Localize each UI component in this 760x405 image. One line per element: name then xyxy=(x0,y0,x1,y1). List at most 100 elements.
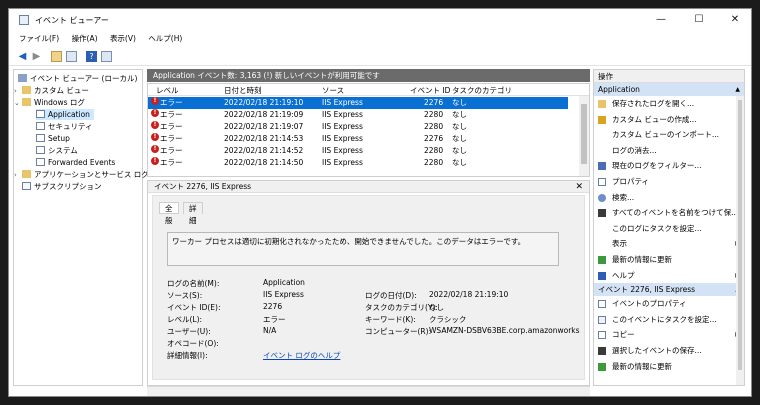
window-title: イベント ビューアー xyxy=(35,16,109,25)
close-icon[interactable]: ✕ xyxy=(575,181,583,193)
action-properties[interactable]: プロパティ xyxy=(594,174,744,190)
value-computer: WSAMZN-DSBV63BE.corp.amazonworks xyxy=(429,326,580,335)
table-row[interactable]: ! エラー 2022/02/18 21:19:07 IIS Express 22… xyxy=(148,121,568,133)
value-logged: 2022/02/18 21:19:10 xyxy=(429,290,509,299)
table-row[interactable]: ! エラー 2022/02/18 21:14:50 IIS Express 22… xyxy=(148,157,568,169)
minimize-button[interactable]: — xyxy=(643,9,679,31)
tree-item-system[interactable]: システム xyxy=(36,145,78,156)
refresh-icon xyxy=(598,362,606,371)
label-level: レベル(L): xyxy=(167,315,203,324)
event-list: レベル 日付と時刻 ソース イベント ID タスクのカテゴリ ! エラー 202… xyxy=(147,83,590,177)
maximize-button[interactable]: ☐ xyxy=(681,9,717,31)
properties-icon xyxy=(598,177,606,186)
column-category[interactable]: タスクのカテゴリ xyxy=(452,85,512,96)
properties-icon xyxy=(598,300,606,309)
log-icon xyxy=(36,110,45,118)
folder-open-icon xyxy=(598,100,606,108)
action-clear-log[interactable]: ログの消去... xyxy=(594,143,744,159)
action-filter-current-log[interactable]: 現在のログをフィルター... xyxy=(594,158,744,174)
scrollbar-thumb[interactable] xyxy=(581,104,587,164)
tree-windows-logs[interactable]: ⌄ Windows ログ xyxy=(14,97,85,108)
action-event-properties[interactable]: イベントのプロパティ xyxy=(594,296,744,312)
tree-item-security[interactable]: セキュリティ xyxy=(36,121,93,132)
detail-header: イベント 2276, IIS Express ✕ xyxy=(148,181,589,193)
console-tree: イベント ビューアー (ローカル) › カスタム ビュー ⌄ Windows ログ … xyxy=(13,69,149,386)
error-icon: ! xyxy=(151,157,159,165)
value-level: エラー xyxy=(263,315,286,324)
table-row[interactable]: ! エラー 2022/02/18 21:14:52 IIS Express 22… xyxy=(148,145,568,157)
tab-details[interactable]: 詳細 xyxy=(183,202,203,225)
menu-file[interactable]: ファイル(F) xyxy=(19,32,59,46)
help-icon[interactable]: ? xyxy=(86,51,97,62)
value-task-category: なし xyxy=(429,303,444,312)
back-arrow-icon[interactable]: ◀ xyxy=(17,51,28,62)
value-user: N/A xyxy=(263,326,277,335)
tree-root[interactable]: イベント ビューアー (ローカル) xyxy=(18,73,137,84)
forward-arrow-icon[interactable]: ▶ xyxy=(31,51,42,62)
action-save-selected-events[interactable]: 選択したイベントの保存... xyxy=(594,343,744,359)
action-help[interactable]: ヘルプ▶ xyxy=(594,268,744,284)
action-create-custom-view[interactable]: カスタム ビューの作成... xyxy=(594,112,744,128)
action-view[interactable]: 表示▶ xyxy=(594,236,744,252)
menu-action[interactable]: 操作(A) xyxy=(72,32,98,46)
action-import-custom-view[interactable]: カスタム ビューのインポート... xyxy=(594,127,744,143)
tree-item-forwarded-events[interactable]: Forwarded Events xyxy=(36,157,115,168)
action-copy[interactable]: コピー▶ xyxy=(594,327,744,343)
table-row[interactable]: ! エラー 2022/02/18 21:14:53 IIS Express 22… xyxy=(148,133,568,145)
value-source: IIS Express xyxy=(263,290,304,299)
actions-section-application[interactable]: Application ▲ xyxy=(594,83,744,96)
tree-custom-views[interactable]: › カスタム ビュー xyxy=(14,85,89,96)
label-event-id: イベント ID(E): xyxy=(167,303,221,312)
tree-item-application[interactable]: Application xyxy=(36,109,94,120)
error-icon: ! xyxy=(151,121,159,129)
actions-scrollbar[interactable] xyxy=(736,96,744,385)
label-computer: コンピューター(R): xyxy=(365,327,432,336)
value-log-name: Application xyxy=(263,278,305,287)
tab-general[interactable]: 全般 xyxy=(159,202,179,225)
event-list-scrollbar[interactable] xyxy=(579,96,589,176)
menu-view[interactable]: 表示(V) xyxy=(110,32,136,46)
actions-section-event[interactable]: イベント 2276, IIS Express▲ xyxy=(594,283,744,297)
close-button[interactable]: ✕ xyxy=(717,9,751,31)
show-hide-action-pane-icon[interactable] xyxy=(101,51,112,62)
menu-help[interactable]: ヘルプ(H) xyxy=(148,32,182,46)
action-find[interactable]: 検索... xyxy=(594,190,744,206)
collapse-caret-icon[interactable]: ▲ xyxy=(735,83,740,96)
log-icon xyxy=(36,122,45,130)
task-icon xyxy=(598,315,606,324)
tree-subscriptions[interactable]: サブスクリプション xyxy=(22,181,102,192)
detail-body: 全般 詳細 ワーカー プロセスは適切に初期化されなかったため、開始できませんでし… xyxy=(152,195,585,380)
event-log-help-link[interactable]: イベント ログのヘルプ xyxy=(263,350,340,361)
table-row[interactable]: ! エラー 2022/02/18 21:19:10 IIS Express 22… xyxy=(148,97,568,109)
expand-chevron-icon[interactable]: › xyxy=(14,86,22,97)
folder-icon xyxy=(22,98,31,106)
actions-pane: 操作 Application ▲ 保存されたログを開く... カスタム ビューの作… xyxy=(593,69,745,386)
action-refresh-event[interactable]: 最新の情報に更新 xyxy=(594,359,744,375)
folder-up-icon[interactable] xyxy=(51,51,62,62)
label-log-name: ログの名前(M): xyxy=(167,279,220,288)
scrollbar-thumb[interactable] xyxy=(738,100,742,370)
column-source[interactable]: ソース xyxy=(322,85,344,96)
action-attach-task-to-log[interactable]: このログにタスクを設定... xyxy=(594,221,744,237)
status-bar xyxy=(147,386,590,396)
expand-chevron-icon[interactable]: › xyxy=(14,170,22,181)
table-row[interactable]: ! エラー 2022/02/18 21:19:09 IIS Express 22… xyxy=(148,109,568,121)
error-icon: ! xyxy=(151,145,159,153)
action-save-all-events[interactable]: すべてのイベントを名前をつけて保... xyxy=(594,205,744,221)
event-viewer-icon xyxy=(19,15,29,25)
label-keywords: キーワード(K): xyxy=(365,315,416,324)
action-refresh[interactable]: 最新の情報に更新 xyxy=(594,252,744,268)
show-hide-console-tree-icon[interactable] xyxy=(66,51,77,62)
folder-icon xyxy=(22,86,31,94)
help-icon xyxy=(598,271,606,280)
label-source: ソース(S): xyxy=(167,291,203,300)
action-attach-task-to-event[interactable]: このイベントにタスクを設定... xyxy=(594,312,744,328)
tree-item-setup[interactable]: Setup xyxy=(36,133,70,144)
action-open-saved-log[interactable]: 保存されたログを開く... xyxy=(594,96,744,112)
column-level[interactable]: レベル xyxy=(156,85,179,96)
label-logged: ログの日付(D): xyxy=(365,291,417,300)
column-event-id[interactable]: イベント ID xyxy=(410,85,450,96)
tree-app-service-logs[interactable]: › アプリケーションとサービス ログ xyxy=(14,169,149,180)
collapse-chevron-icon[interactable]: ⌄ xyxy=(14,98,22,109)
column-datetime[interactable]: 日付と時刻 xyxy=(224,85,262,96)
